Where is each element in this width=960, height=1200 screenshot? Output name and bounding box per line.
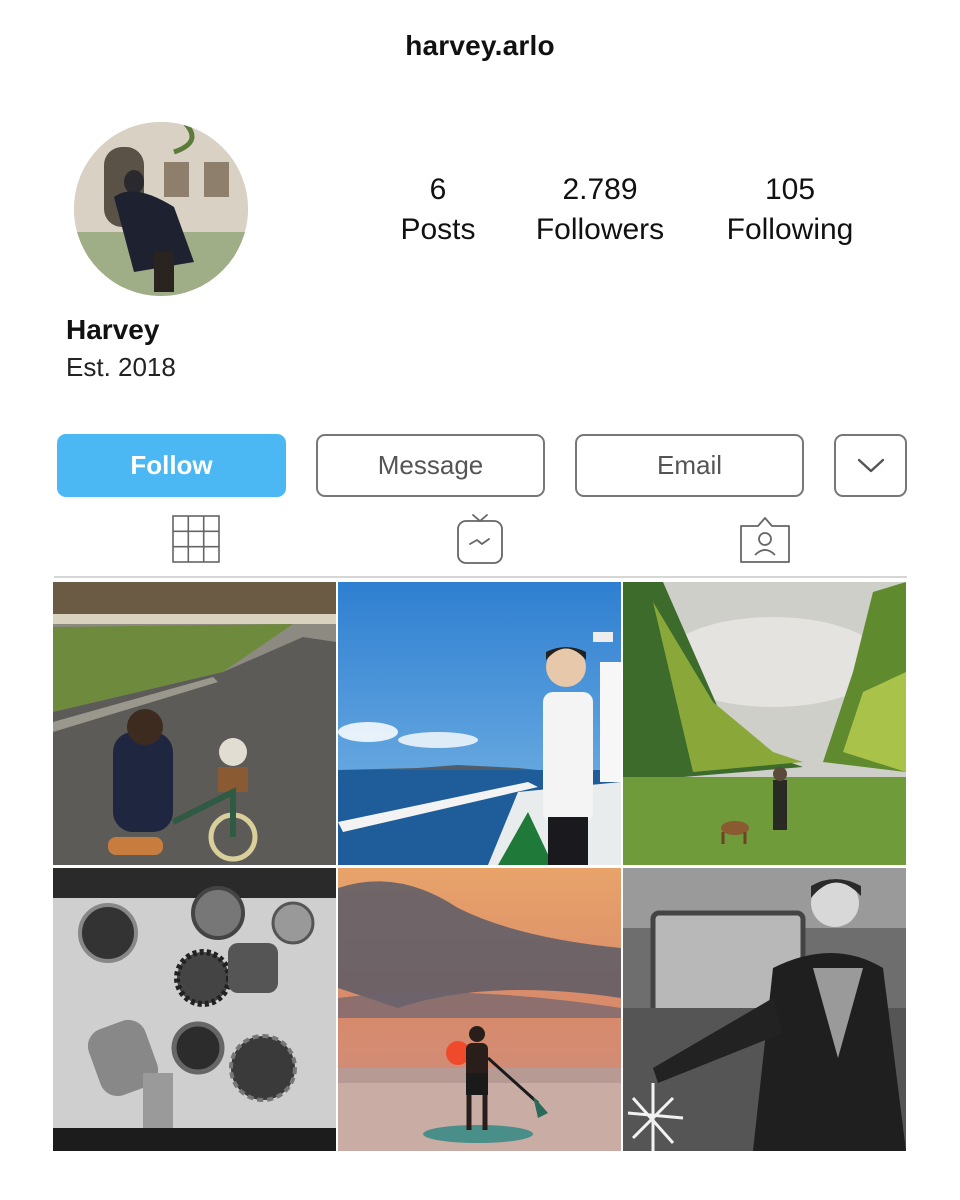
display-name: Harvey: [66, 314, 160, 345]
post-image: [53, 868, 336, 1151]
profile-tabs: [0, 510, 960, 570]
grid-icon: [172, 515, 220, 563]
email-button[interactable]: Email: [575, 434, 804, 497]
stat-label: Following: [726, 213, 854, 246]
stat-value: 105: [764, 173, 816, 206]
profile-stats: 6 Posts 2.789 Followers 105 Following: [360, 170, 880, 260]
tabs-divider: [54, 576, 907, 578]
post-thumbnail[interactable]: [623, 582, 906, 865]
post-thumbnail[interactable]: [53, 582, 336, 865]
tab-posts-grid[interactable]: [156, 510, 236, 568]
posts-grid: [53, 582, 907, 1151]
tab-igtv[interactable]: [440, 510, 520, 568]
chevron-down-icon: [857, 458, 884, 472]
post-thumbnail[interactable]: [623, 868, 906, 1151]
stat-label: Posts: [400, 213, 476, 246]
post-image: [53, 582, 336, 865]
post-thumbnail[interactable]: [338, 868, 621, 1151]
avatar-photo: [74, 122, 248, 296]
post-thumbnail[interactable]: [338, 582, 621, 865]
more-options-button[interactable]: [834, 434, 907, 497]
post-image: [623, 868, 906, 1151]
post-image: [338, 582, 621, 865]
stat-value: 6: [429, 173, 447, 206]
post-image: [623, 582, 906, 865]
stat-value: 2.789: [562, 173, 638, 206]
stat-posts[interactable]: 6 Posts: [378, 170, 498, 250]
igtv-icon: [457, 514, 503, 564]
tab-tagged[interactable]: [725, 510, 805, 568]
stat-label: Followers: [535, 213, 665, 246]
profile-username: harvey.arlo: [405, 30, 555, 61]
message-button[interactable]: Message: [316, 434, 545, 497]
profile-bio: Est. 2018: [66, 352, 176, 382]
tagged-person-icon: [740, 517, 790, 563]
stat-followers[interactable]: 2.789 Followers: [520, 170, 680, 250]
post-image: [338, 868, 621, 1151]
stat-following[interactable]: 105 Following: [710, 170, 870, 250]
post-thumbnail[interactable]: [53, 868, 336, 1151]
avatar[interactable]: [74, 122, 248, 296]
follow-button[interactable]: Follow: [57, 434, 286, 497]
